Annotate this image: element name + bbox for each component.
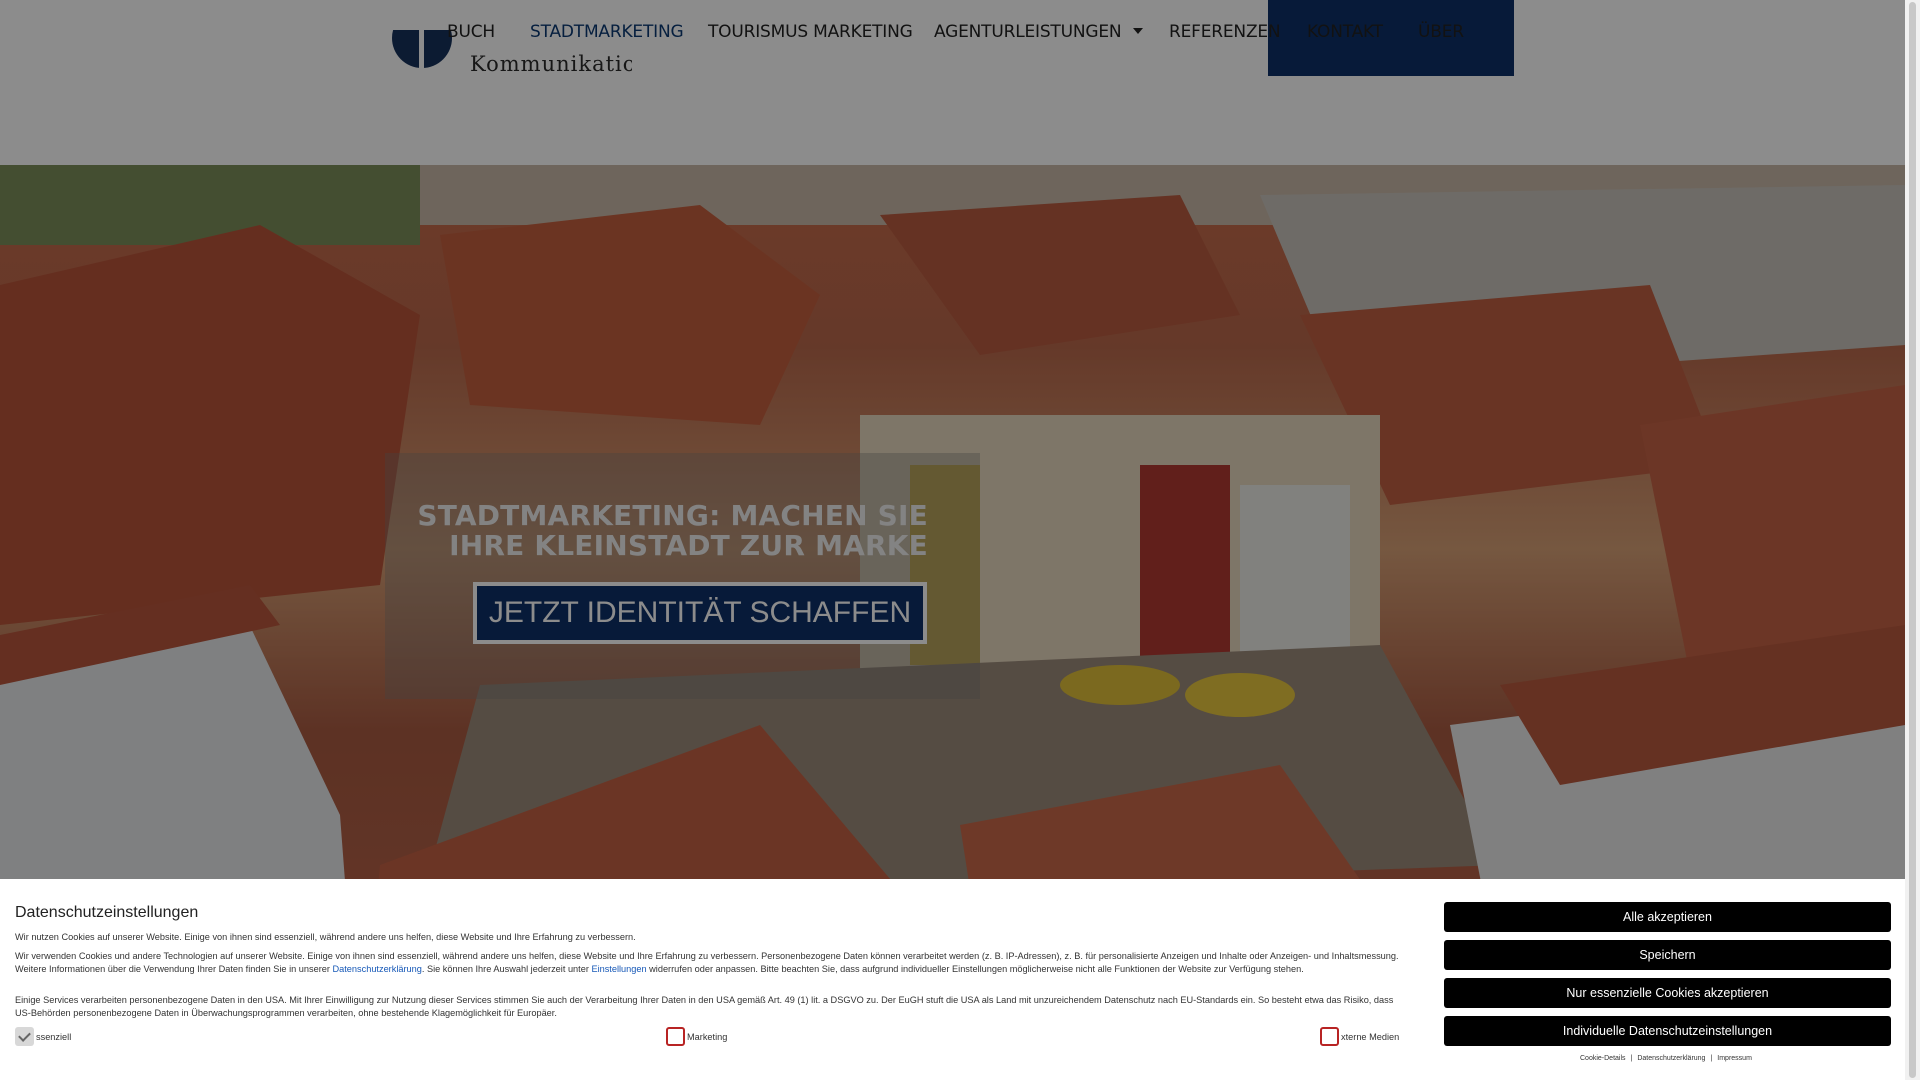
footer-separator: | (1630, 1055, 1633, 1062)
page-scrollbar[interactable] (1905, 0, 1920, 1080)
checkbox-marketing[interactable]: Marketing (666, 1027, 727, 1046)
cookie-title: Datenschutzeinstellungen (15, 904, 199, 921)
footer-privacy-link[interactable]: Datenschutzerklärung (1637, 1055, 1705, 1062)
essential-only-button[interactable]: Nur essenzielle Cookies akzeptieren (1444, 978, 1891, 1008)
cookie-paragraph-2: Einige Services verarbeiten personenbezo… (15, 995, 1394, 1018)
checkbox-externe-medien-label: xterne Medien (1341, 1031, 1400, 1042)
checkbox-unchecked-icon[interactable] (666, 1027, 685, 1046)
checkbox-externe-medien[interactable]: xterne Medien (1320, 1027, 1399, 1046)
cookie-paragraph-1: Wir verwenden Cookies und andere Technol… (15, 950, 1405, 976)
settings-link[interactable]: Einstellungen (591, 964, 646, 974)
cookie-intro: Wir nutzen Cookies auf unserer Website. … (15, 932, 636, 942)
individual-settings-button[interactable]: Individuelle Datenschutzeinstellungen (1444, 1016, 1891, 1046)
privacy-policy-link[interactable]: Datenschutzerklärung (333, 964, 422, 974)
cookie-footer-links: Cookie-Details | Datenschutzerklärung | Impr… (1580, 1055, 1752, 1062)
checkbox-unchecked-icon[interactable] (1320, 1027, 1339, 1046)
scrollbar-thumb[interactable] (1909, 2, 1916, 1078)
checkbox-marketing-label: Marketing (687, 1031, 728, 1042)
footer-imprint-link[interactable]: Impressum (1717, 1055, 1752, 1062)
accept-all-button[interactable]: Alle akzeptieren (1444, 902, 1891, 932)
checkbox-essenziell-label: ssenziell (36, 1031, 72, 1042)
save-button[interactable]: Speichern (1444, 940, 1891, 970)
checkbox-checked-icon[interactable] (15, 1027, 34, 1046)
cookie-consent-banner: Datenschutzeinstellungen Wir nutzen Cook… (0, 879, 1905, 1080)
cookie-paragraph-1-c: widerrufen oder anpassen. Bitte beachten… (646, 964, 1304, 974)
cookie-details-link[interactable]: Cookie-Details (1580, 1055, 1626, 1062)
cookie-paragraph-1-b: . Sie können Ihre Auswahl jederzeit unte… (421, 964, 592, 974)
checkbox-essenziell[interactable]: ssenziell (15, 1027, 71, 1046)
footer-separator: | (1710, 1055, 1713, 1062)
